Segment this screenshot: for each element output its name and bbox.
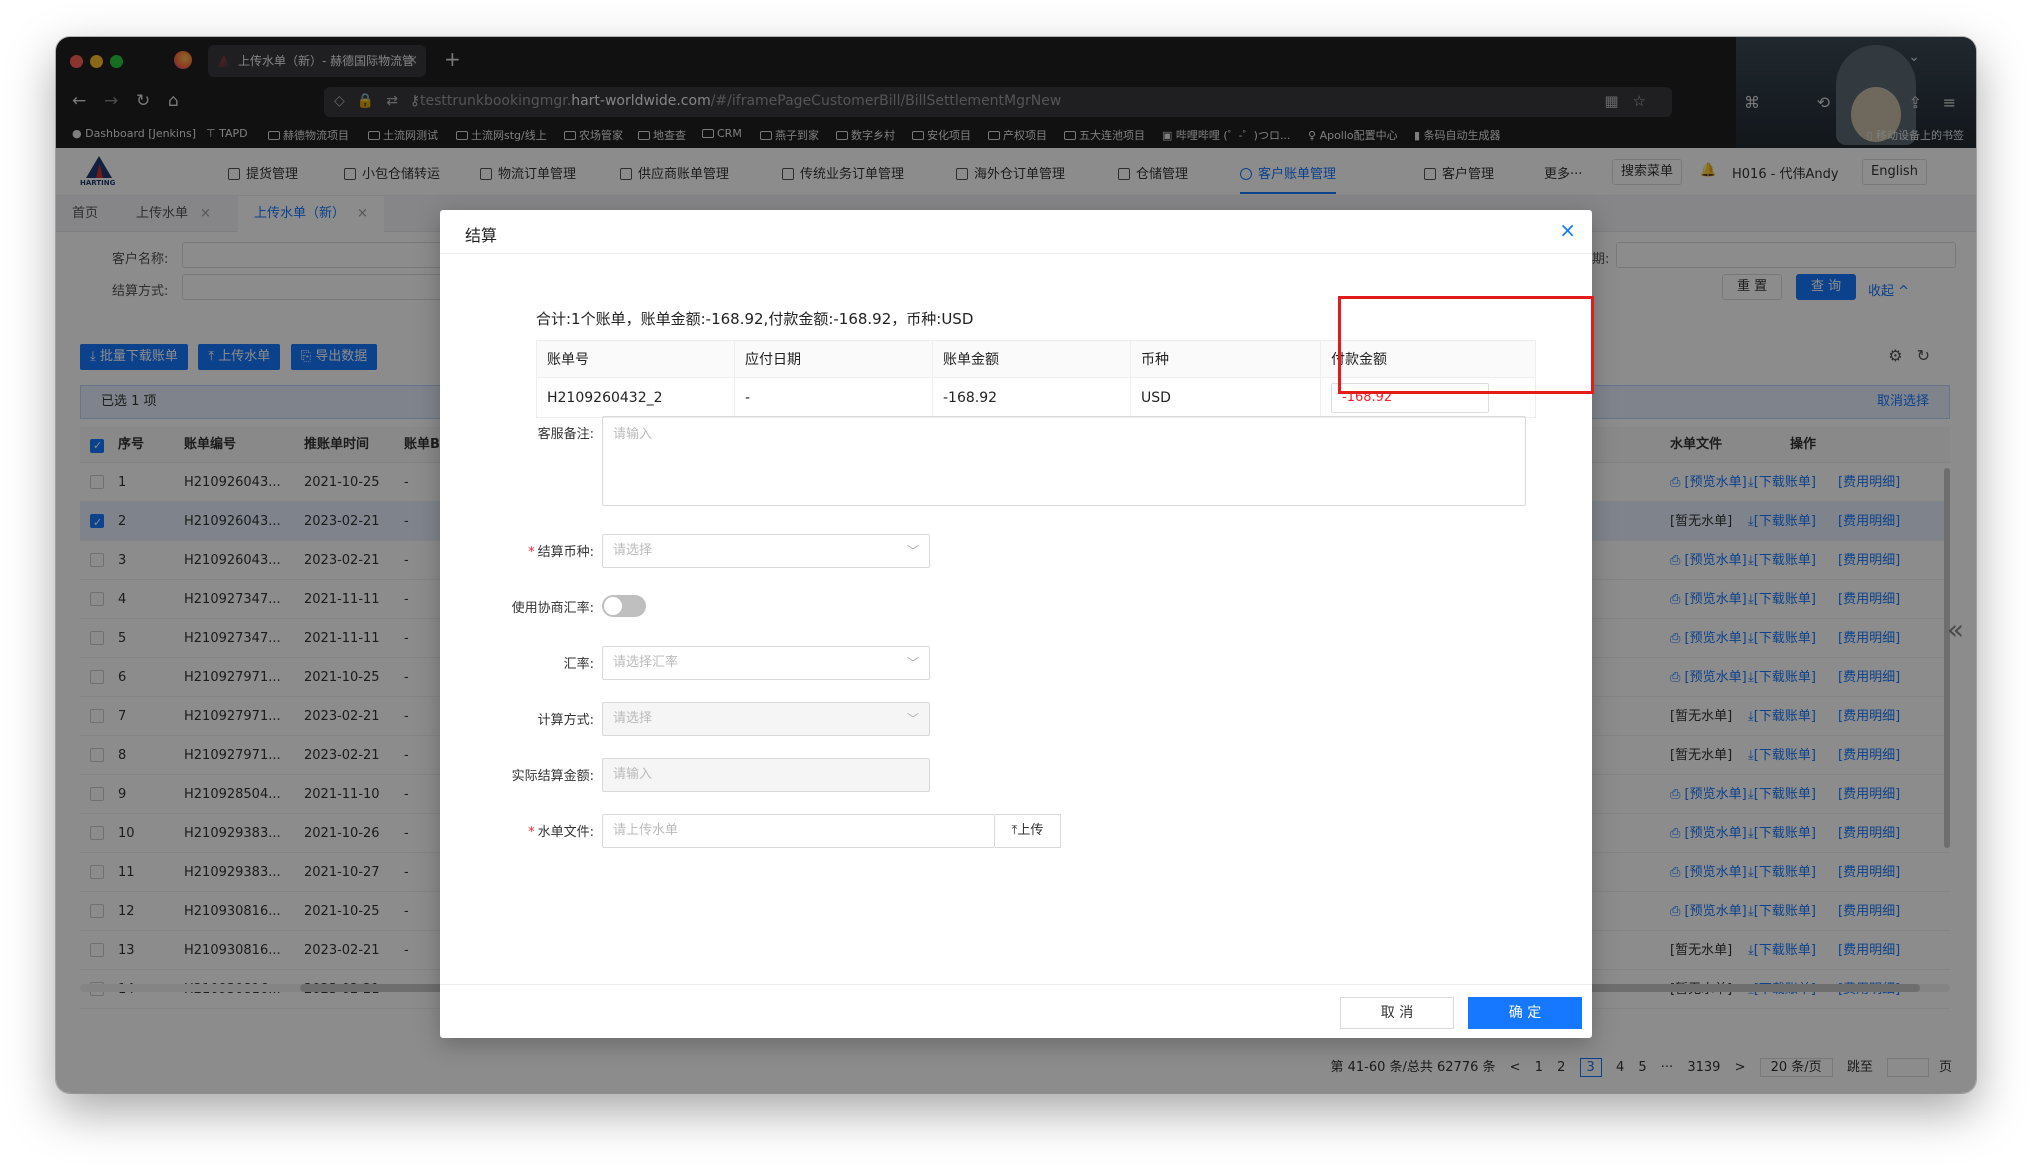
chevron-down-icon: ﹀	[906, 656, 919, 670]
actual-amount-input[interactable]: 请输入	[602, 758, 930, 792]
currency-select[interactable]: 请选择 ﹀	[602, 534, 930, 568]
chevron-down-icon: ﹀	[906, 712, 919, 726]
rate-label: 汇率:	[563, 657, 594, 672]
col-amount: 账单金额	[933, 341, 1131, 377]
settlement-modal: 结算 × 合计:1个账单，账单金额:-168.92,付款金额:-168.92，币…	[440, 210, 1594, 1038]
col-due-date: 应付日期	[735, 341, 933, 377]
actual-amount-label: 实际结算金额:	[511, 769, 594, 784]
modal-title: 结算	[465, 226, 498, 245]
remark-label: 客服备注:	[537, 427, 594, 442]
settlement-summary: 合计:1个账单，账单金额:-168.92,付款金额:-168.92，币种:USD	[536, 310, 974, 328]
cell-currency: USD	[1131, 378, 1321, 417]
cell-amount: -168.92	[933, 378, 1131, 417]
actual-amount-row: 实际结算金额: 请输入	[440, 758, 1592, 792]
close-icon[interactable]: ×	[1559, 218, 1576, 242]
rate-select[interactable]: 请选择汇率 ﹀	[602, 646, 930, 680]
remark-textarea[interactable]: 请输入	[602, 416, 1526, 506]
modal-header: 结算 ×	[440, 210, 1592, 254]
slip-file-input[interactable]: 请上传水单	[602, 814, 995, 848]
confirm-button[interactable]: 确 定	[1468, 997, 1582, 1029]
slip-file-label: * 水单文件:	[528, 825, 594, 840]
annotation-highlight-box	[1338, 296, 1594, 394]
cancel-button[interactable]: 取 消	[1340, 997, 1454, 1029]
upload-button[interactable]: ⤒上传	[995, 814, 1061, 848]
slip-file-row: * 水单文件: 请上传水单 ⤒上传	[440, 814, 1592, 848]
chevron-down-icon: ﹀	[906, 544, 919, 558]
calc-method-label: 计算方式:	[537, 713, 594, 728]
browser-window: 上传水单（新）- 赫德国际物流管 × + ⌄ ← → ↻ ⌂ ◇🔒⇄⚷ test…	[56, 37, 1976, 1093]
rate-row: 汇率: 请选择汇率 ﹀	[440, 646, 1592, 680]
cell-bill-no: H2109260432_2	[537, 378, 735, 417]
calc-method-row: 计算方式: 请选择 ﹀	[440, 702, 1592, 736]
modal-footer: 取 消 确 定	[440, 984, 1592, 1038]
agreement-rate-toggle[interactable]	[602, 595, 646, 617]
agreement-rate-row: 使用协商汇率:	[440, 590, 1592, 624]
agreement-rate-label: 使用协商汇率:	[511, 601, 594, 616]
cell-due-date: -	[735, 378, 933, 417]
currency-row: * 结算币种: 请选择 ﹀	[440, 534, 1592, 568]
currency-label: * 结算币种:	[528, 545, 594, 560]
remark-row: 客服备注: 请输入	[440, 416, 1592, 506]
calc-method-select[interactable]: 请选择 ﹀	[602, 702, 930, 736]
col-bill-no: 账单号	[537, 341, 735, 377]
col-currency: 币种	[1131, 341, 1321, 377]
